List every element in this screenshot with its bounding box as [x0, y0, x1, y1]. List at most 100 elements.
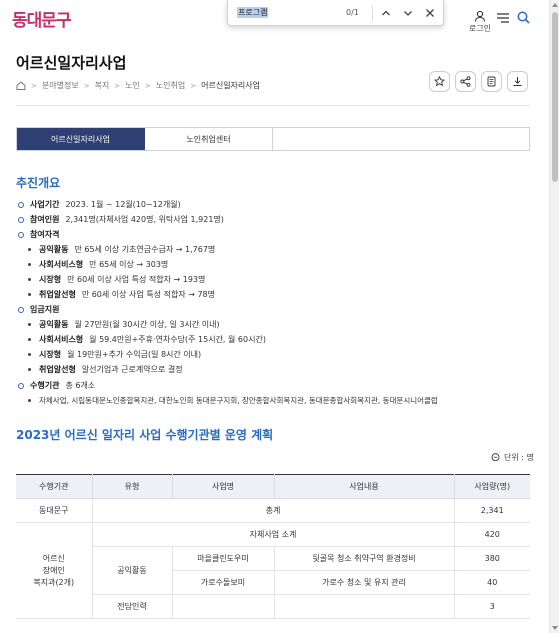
close-icon	[426, 9, 434, 17]
star-icon	[434, 76, 445, 87]
menu-icon[interactable]	[497, 13, 509, 25]
page-title: 어르신일자리사업	[16, 54, 127, 72]
column-header: 사업명	[172, 474, 275, 499]
item-value: 총 6개소	[65, 381, 96, 390]
share-icon	[460, 76, 471, 87]
table-cell	[172, 594, 275, 619]
breadcrumb-separator: >	[114, 81, 121, 90]
user-icon	[474, 10, 486, 22]
page-tools	[429, 71, 528, 92]
sub-list-item: 사회서비스형 월 59.4만원+주휴·연차수당(주 15시간, 월 60시간)	[18, 332, 438, 347]
sub-list-item: 취업알선형 만 60세 이상 사업 특성 적합자 → 78명	[18, 287, 438, 302]
header-divider	[16, 105, 530, 106]
breadcrumb-separator: >	[83, 81, 90, 90]
breadcrumb-separator: >	[144, 81, 151, 90]
list-item: 참여인원 2,341명(자체사업 420명, 위탁사업 1,921명)	[18, 212, 438, 227]
hand-print-icon	[487, 76, 496, 87]
item-value: 2023. 1월 ~ 12월(10~12개월)	[65, 200, 181, 209]
print-button[interactable]	[481, 71, 502, 92]
table-cell: 뒷골목 청소 취약구역 환경정비	[274, 546, 455, 571]
search-icon[interactable]	[517, 11, 530, 26]
table-cell: 가로수 청소 및 유지 관리	[274, 570, 455, 595]
dot-bullet-icon	[28, 323, 31, 326]
find-previous-button[interactable]	[378, 5, 394, 21]
section-title-overview: 추진개요	[16, 176, 61, 190]
scroll-down-icon[interactable]	[552, 626, 558, 630]
dot-bullet-icon	[28, 368, 31, 371]
table-row: 동대문구 총계 2,341	[16, 498, 530, 523]
item-key: 사회서비스형	[39, 260, 84, 269]
list-item: 참여자격	[18, 227, 438, 242]
breadcrumb: > 분야별정보 > 복지 > 노인 > 노인취업 > 어르신일자리사업	[16, 80, 260, 91]
sub-list-item: 자체사업, 시립동대문노인종합복지관, 대한노인회 동대문구지회, 장안종합사회…	[18, 393, 438, 408]
breadcrumb-item[interactable]: 분야별정보	[42, 80, 79, 91]
site-logo[interactable]: 동대문구	[12, 6, 72, 31]
dot-bullet-icon	[28, 248, 31, 251]
item-key: 사업기간	[30, 200, 60, 209]
login-button[interactable]: 로그인	[466, 10, 494, 34]
dot-bullet-icon	[28, 353, 31, 356]
item-key: 수행기관	[30, 381, 60, 390]
breadcrumb-item[interactable]: 노인취업	[156, 80, 185, 91]
item-value: 만 65세 이상 기초연금수급자 → 1,767명	[74, 245, 216, 254]
find-divider	[372, 5, 373, 21]
item-value: 자체사업, 시립동대문노인종합복지관, 대한노인회 동대문구지회, 장안종합사회…	[39, 396, 438, 405]
item-value: 만 60세 이상 사업 특성 적합자 → 78명	[81, 290, 215, 299]
breadcrumb-item[interactable]: 노인	[125, 80, 140, 91]
table-header-row: 수행기관 유형 사업명 사업내용 사업량(명)	[16, 474, 530, 499]
table-cell	[274, 594, 455, 619]
item-value: 월 27만원(월 30시간 이상, 일 3시간 이내)	[74, 320, 220, 329]
chevron-up-icon	[382, 10, 390, 16]
unit-text: 단위 : 명	[504, 453, 534, 462]
dot-bullet-icon	[28, 399, 31, 402]
table-row: 공익활동 마을클린도우미 뒷골목 청소 취약구역 환경정비 380	[16, 546, 530, 595]
dot-bullet-icon	[28, 338, 31, 341]
tab-senior-employment-center[interactable]: 노인취업센터	[145, 128, 273, 150]
column-header: 유형	[92, 474, 173, 499]
ring-bullet-icon	[18, 201, 24, 208]
item-key: 공익활동	[39, 320, 69, 329]
sub-list-item: 공익활동 월 27만원(월 30시간 이상, 일 3시간 이내)	[18, 317, 438, 332]
breadcrumb-current: 어르신일자리사업	[201, 81, 260, 90]
column-header: 사업내용	[274, 474, 455, 499]
breadcrumb-item[interactable]: 복지	[95, 80, 110, 91]
sub-list-item: 사회서비스형 만 65세 이상 → 303명	[18, 257, 438, 272]
share-button[interactable]	[455, 71, 476, 92]
sub-list-item: 시장형 월 19만원+추가 수익금(일 8시간 이내)	[18, 347, 438, 362]
find-query-input[interactable]: 프로그램	[237, 7, 269, 18]
ring-bullet-icon	[18, 382, 24, 389]
download-icon	[513, 77, 522, 86]
content-tabs: 어르신일자리사업 노인취업센터	[16, 127, 530, 151]
item-value: 알선기업과 근로계약으로 결정	[81, 365, 183, 374]
plan-table: 수행기관 유형 사업명 사업내용 사업량(명) 동대문구 총계 2,341 어르…	[16, 474, 530, 619]
table-cell: 2,341	[454, 498, 530, 523]
item-key: 사회서비스형	[39, 335, 84, 344]
breadcrumb-separator: >	[190, 81, 197, 90]
item-value: 월 19만원+추가 수익금(일 8시간 이내)	[67, 350, 202, 359]
item-key: 취업알선형	[39, 290, 76, 299]
find-close-button[interactable]	[422, 5, 438, 21]
home-icon[interactable]	[16, 81, 26, 90]
unit-label: 단위 : 명	[491, 452, 534, 463]
sub-list-item: 취업알선형 알선기업과 근로계약으로 결정	[18, 362, 438, 377]
table-cell: 40	[454, 570, 530, 595]
table-cell: 자체사업 소계	[92, 522, 455, 547]
download-button[interactable]	[507, 71, 528, 92]
find-next-button[interactable]	[400, 5, 416, 21]
find-match-count: 0/1	[346, 8, 359, 17]
table-cell: 3	[454, 594, 530, 619]
item-value: 월 59.4만원+주휴·연차수당(주 15시간, 월 60시간)	[89, 335, 266, 344]
scrollbar-thumb[interactable]	[552, 12, 558, 182]
sub-list-item: 공익활동 만 65세 이상 기초연금수급자 → 1,767명	[18, 242, 438, 257]
favorite-button[interactable]	[429, 71, 450, 92]
breadcrumb-separator: >	[31, 81, 37, 90]
vertical-scrollbar[interactable]	[549, 0, 559, 633]
table-cell: 전담인력	[92, 594, 173, 619]
find-in-page-bar: 프로그램 0/1	[227, 0, 444, 26]
scroll-up-icon[interactable]	[552, 3, 558, 7]
section-title-plan: 2023년 어르신 일자리 사업 수행기관별 운영 계획	[16, 428, 274, 442]
tab-senior-jobs[interactable]: 어르신일자리사업	[17, 128, 145, 150]
item-value: 만 60세 이상 사업 특성 적합자 → 193명	[67, 275, 206, 284]
item-key: 시장형	[39, 275, 62, 284]
item-value: 2,341명(자체사업 420명, 위탁사업 1,921명)	[65, 215, 224, 224]
